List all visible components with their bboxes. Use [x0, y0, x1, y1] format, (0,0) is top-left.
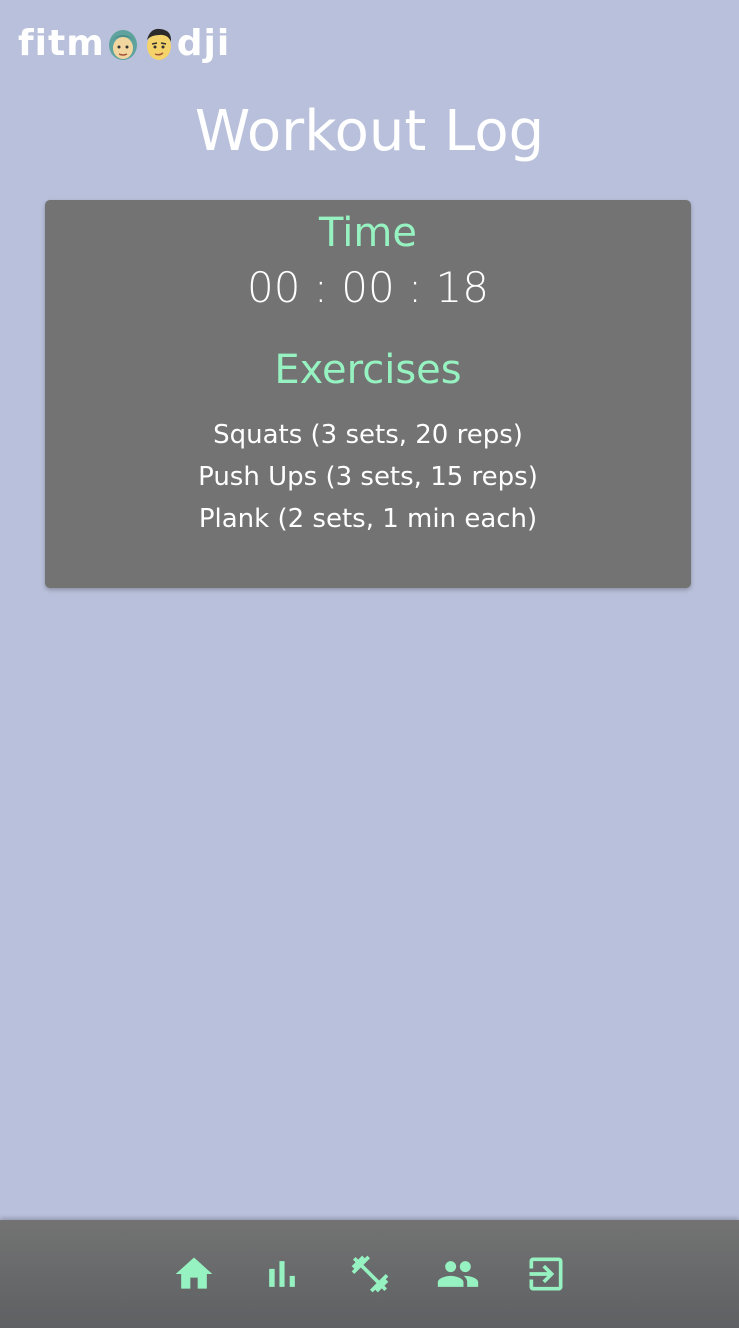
exercise-item: Squats (3 sets, 20 reps)	[213, 420, 523, 450]
nav-home-button[interactable]	[170, 1250, 218, 1298]
logo-text-right: dji	[176, 23, 231, 64]
page-title: Workout Log	[194, 99, 545, 164]
nav-stats-button[interactable]	[258, 1250, 306, 1298]
nav-friends-button[interactable]	[434, 1250, 482, 1298]
workout-card: Time 00 : 00 : 18 Exercises Squats (3 se…	[45, 200, 691, 588]
workout-timer: 00 : 00 : 18	[246, 263, 490, 312]
bottom-navigation	[0, 1220, 739, 1328]
man-avatar-icon	[146, 28, 171, 60]
exercise-list: Squats (3 sets, 20 reps) Push Ups (3 set…	[45, 414, 691, 540]
home-icon	[175, 1257, 212, 1289]
exercises-heading: Exercises	[274, 347, 462, 393]
nav-logout-button[interactable]	[522, 1250, 570, 1298]
exercise-item: Plank (2 sets, 1 min each)	[198, 504, 538, 534]
time-heading: Time	[319, 210, 417, 256]
dumbbell-icon	[351, 1255, 388, 1293]
bar-chart-icon	[268, 1261, 295, 1287]
exercise-item: Push Ups (3 sets, 15 reps)	[198, 462, 538, 492]
nav-workout-button[interactable]	[346, 1250, 394, 1298]
woman-avatar-icon	[108, 30, 137, 60]
logout-icon	[529, 1257, 562, 1291]
people-icon	[437, 1261, 478, 1287]
app-logo[interactable]: fitm dji	[18, 22, 230, 66]
logo-text-left: fitm	[18, 23, 105, 64]
